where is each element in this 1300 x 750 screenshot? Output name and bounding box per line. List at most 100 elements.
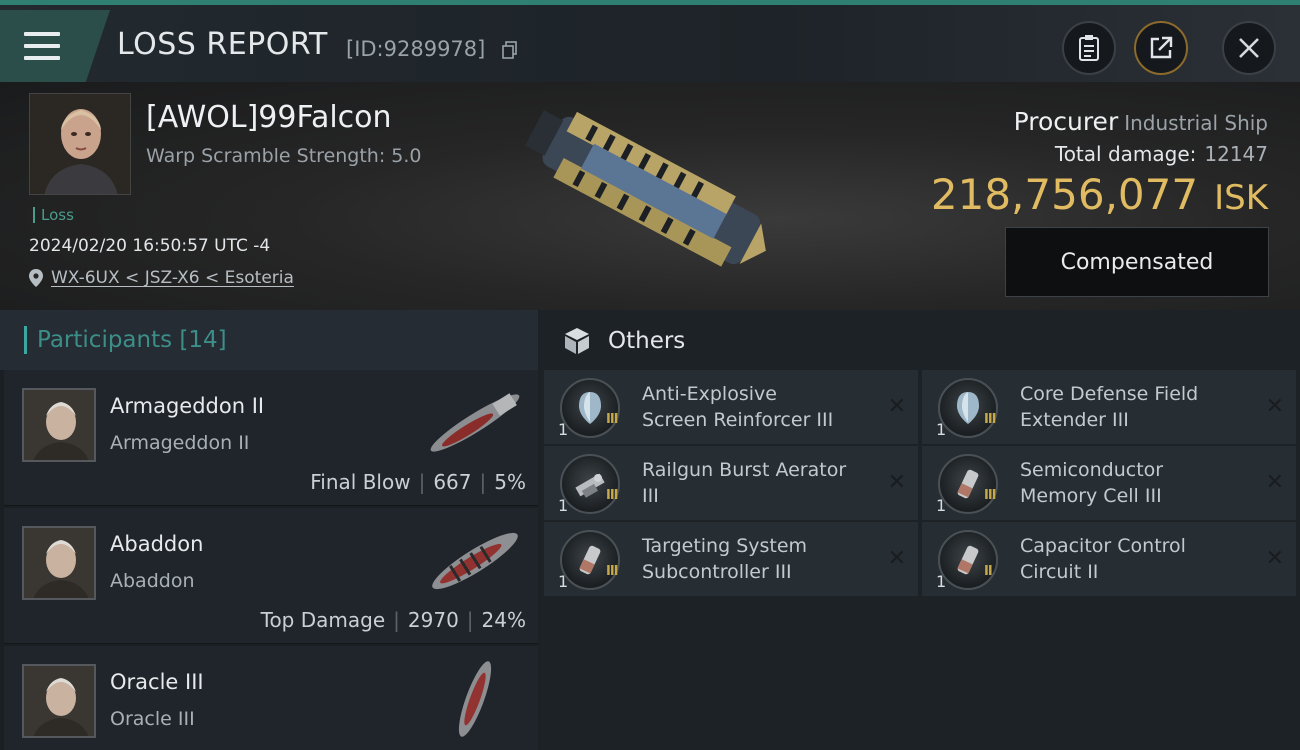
module-tier: III	[984, 488, 996, 503]
module-item[interactable]: 1 II Capacitor Control Circuit II ✕	[922, 522, 1296, 596]
module-icon	[938, 454, 998, 514]
module-icon	[560, 530, 620, 590]
ship-class: Industrial Ship	[1124, 111, 1268, 135]
ship-icon	[432, 532, 518, 590]
participants-count: [14]	[179, 327, 227, 353]
others-label: Others	[608, 328, 686, 354]
participant-ship: Abaddon	[110, 570, 195, 592]
railgun-module-icon	[575, 473, 605, 498]
others-header: Others	[540, 310, 1300, 372]
module-item[interactable]: 1 III Anti-Explosive Screen Reinforcer I…	[544, 370, 918, 444]
dismiss-icon[interactable]: ✕	[888, 394, 906, 419]
module-item[interactable]: 1 III Core Defense Field Extender III ✕	[922, 370, 1296, 444]
total-damage-value: 12147	[1204, 142, 1268, 166]
participant-row[interactable]: Oracle III Oracle III	[4, 646, 538, 750]
clipboard-button[interactable]	[1062, 21, 1116, 75]
location-pin-icon	[29, 269, 43, 287]
menu-icon	[24, 32, 60, 62]
compensated-button[interactable]: Compensated	[1005, 227, 1269, 297]
shield-module-icon	[579, 392, 601, 424]
dismiss-icon[interactable]: ✕	[1266, 394, 1284, 419]
participant-damage: 2970	[407, 608, 459, 632]
ship-type: Procurer	[1013, 107, 1119, 136]
close-button[interactable]	[1222, 21, 1276, 75]
participant-ship: Armageddon II	[110, 432, 250, 454]
participant-name: Armageddon II	[110, 394, 265, 418]
shield-module-icon	[957, 392, 979, 424]
victim-ship-image	[525, 110, 766, 267]
participant-percent: 5%	[494, 470, 526, 494]
participant-stats: Final Blow | 667 | 5%	[310, 470, 526, 494]
share-icon	[1150, 36, 1173, 59]
participant-damage: 667	[433, 470, 472, 494]
participant-name: Abaddon	[110, 532, 204, 556]
module-tier: III	[606, 488, 618, 503]
module-icon	[938, 378, 998, 438]
cell-module-icon	[957, 469, 979, 499]
clipboard-icon	[1079, 35, 1099, 61]
pilot-portrait-icon	[24, 390, 94, 460]
cell-module-icon	[579, 545, 601, 575]
module-item[interactable]: 1 III Targeting System Subcontroller III…	[544, 522, 918, 596]
participant-row[interactable]: Armageddon II Armageddon II Final Blow | 6…	[4, 370, 538, 506]
module-name: Anti-Explosive Screen Reinforcer III	[642, 383, 834, 431]
module-tier: III	[606, 564, 618, 579]
pilot-portrait-icon	[24, 666, 94, 736]
pilot-portrait-icon	[30, 94, 130, 194]
module-quantity: 1	[936, 420, 947, 439]
loss-datetime: 2024/02/20 16:50:57 UTC -4	[29, 236, 271, 256]
dismiss-icon[interactable]: ✕	[888, 546, 906, 571]
header-bar: LOSS REPORT [ID:9289978]	[0, 5, 1300, 82]
participant-row[interactable]: Abaddon Abaddon Top Damage | 2970 | 24%	[4, 508, 538, 644]
cell-module-icon	[957, 545, 979, 575]
participant-percent: 24%	[481, 608, 526, 632]
pilot-portrait-icon	[24, 528, 94, 598]
dismiss-icon[interactable]: ✕	[1266, 470, 1284, 495]
page-title: LOSS REPORT	[117, 27, 328, 62]
victim-portrait[interactable]	[29, 93, 131, 195]
ship-icon	[430, 393, 520, 452]
module-icon	[938, 530, 998, 590]
share-button[interactable]	[1134, 21, 1188, 75]
participant-name: Oracle III	[110, 670, 204, 694]
isk-amount: 218,756,077	[930, 170, 1199, 219]
dismiss-icon[interactable]: ✕	[1266, 546, 1284, 571]
participant-role: Final Blow	[310, 470, 411, 494]
module-name: Railgun Burst Aerator III	[642, 459, 847, 507]
participants-header[interactable]: Participants [14]	[0, 310, 538, 370]
module-icon	[560, 454, 620, 514]
ship-icon	[458, 661, 492, 737]
module-quantity: 1	[558, 420, 569, 439]
report-id: [ID:9289978]	[346, 37, 486, 61]
victim-ship-name: Procurer Industrial Ship	[1014, 107, 1268, 136]
module-name: Semiconductor Memory Cell III	[1020, 459, 1164, 507]
total-damage: Total damage: 12147	[1055, 142, 1268, 166]
others-panel: Others 1 III Anti-Explosive Screen Reinf…	[540, 310, 1300, 750]
module-quantity: 1	[936, 496, 947, 515]
module-name: Targeting System Subcontroller III	[642, 535, 808, 583]
module-tier: III	[984, 412, 996, 427]
victim-name: [AWOL]99Falcon	[146, 100, 392, 135]
module-item[interactable]: 1 III Railgun Burst Aerator III ✕	[544, 446, 918, 520]
module-quantity: 1	[558, 572, 569, 591]
module-item[interactable]: 1 III Semiconductor Memory Cell III ✕	[922, 446, 1296, 520]
module-quantity: 1	[936, 572, 947, 591]
module-tier: II	[984, 564, 993, 579]
module-icon	[560, 378, 620, 438]
participant-ship: Oracle III	[110, 708, 195, 730]
loss-tag: Loss	[33, 207, 74, 223]
participant-avatar	[22, 388, 96, 462]
menu-button[interactable]	[0, 10, 110, 82]
participant-avatar	[22, 526, 96, 600]
location-text: WX-6UX < JSZ-X6 < Esoteria	[51, 268, 294, 288]
copy-icon[interactable]	[502, 41, 518, 59]
module-tier: III	[606, 412, 618, 427]
dismiss-icon[interactable]: ✕	[888, 470, 906, 495]
cube-icon	[565, 328, 589, 354]
participant-stats: Top Damage | 2970 | 24%	[260, 608, 526, 632]
participant-avatar	[22, 664, 96, 738]
module-name: Core Defense Field Extender III	[1020, 383, 1199, 431]
location-link[interactable]: WX-6UX < JSZ-X6 < Esoteria	[29, 268, 294, 288]
isk-value: 218,756,077 ISK	[931, 170, 1268, 219]
module-name: Capacitor Control Circuit II	[1020, 535, 1186, 583]
